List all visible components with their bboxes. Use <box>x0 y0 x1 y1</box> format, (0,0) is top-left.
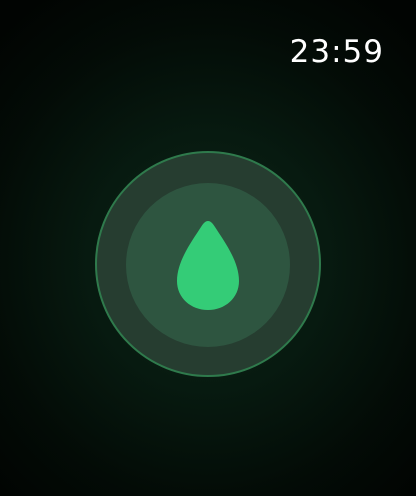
watch-screen: 23:59 <box>0 0 416 496</box>
water-drop-icon <box>177 221 239 310</box>
clock-time: 23:59 <box>289 34 384 70</box>
